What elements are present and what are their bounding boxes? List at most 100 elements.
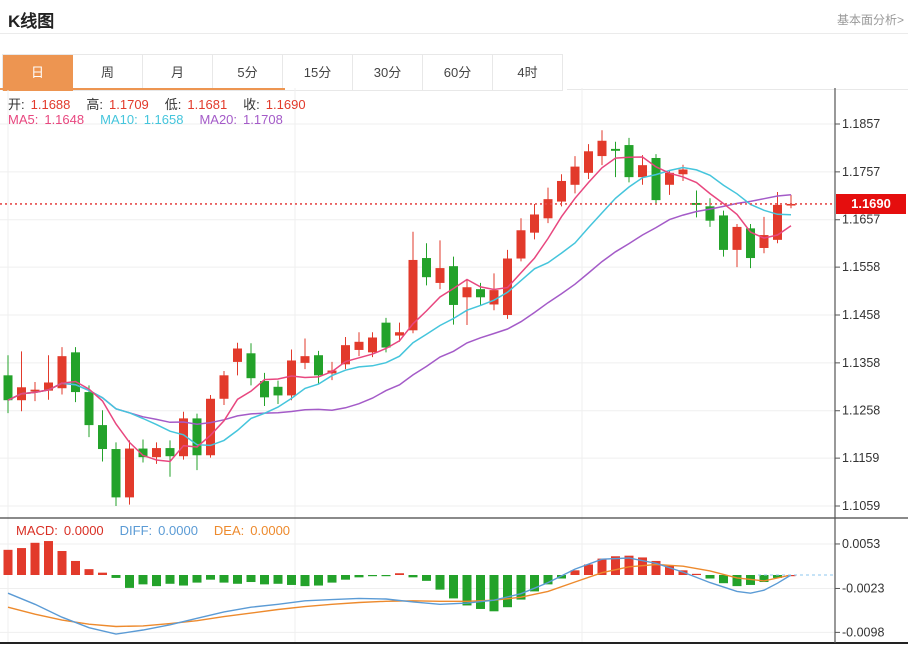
macd-bar [476,575,485,609]
tab-日[interactable]: 日 [3,55,73,91]
macd-bar [449,575,458,598]
candle-body [490,290,499,304]
macd-bar [706,575,715,579]
legend-value: 1.1708 [243,112,283,127]
kline-svg: 1.18571.17571.16571.15581.14581.13581.12… [0,88,908,651]
macd-bar [112,575,121,578]
candle-body [584,151,593,173]
macd-bar [719,575,728,583]
candle-body [355,342,364,350]
tab-4时[interactable]: 4时 [493,55,563,91]
macd-bar [193,575,202,583]
candle-body [422,258,431,277]
candle-body [206,399,215,455]
macd-bar [166,575,175,584]
candle-body [4,375,13,400]
candle-body [517,230,526,258]
candle-body [557,181,566,202]
macd-bar [139,575,148,584]
y-axis-label: 1.1857 [842,117,880,131]
macd-bar [44,541,53,575]
candle-body [287,360,296,395]
page-title: K线图 [8,7,54,32]
macd-bar [382,575,391,576]
y-axis-label: 1.1757 [842,165,880,179]
tab-30分[interactable]: 30分 [353,55,423,91]
macd-bar [395,573,404,575]
candle-body [166,448,175,456]
chart-area[interactable]: 1.18571.17571.16571.15581.14581.13581.12… [0,88,908,651]
y-axis-label: 1.1558 [842,260,880,274]
tab-5分[interactable]: 5分 [213,55,283,91]
macd-bar [125,575,134,588]
y-axis-label: 1.1258 [842,404,880,418]
candle-body [368,337,377,352]
candle-body [152,448,161,457]
legend-label: 收: [243,97,260,112]
ohlc-legend: 开:1.1688高:1.1709低:1.1681收:1.1690 [8,94,322,113]
macd-bar [58,551,67,575]
y-axis-label: 1.1059 [842,499,880,513]
tab-15分[interactable]: 15分 [283,55,353,91]
legend-value: 0.0000 [64,523,104,538]
macd-axis-label: -0.0098 [842,625,884,639]
tab-60分[interactable]: 60分 [423,55,493,91]
candle-body [544,199,553,218]
macd-bar [85,569,94,575]
legend-label: DEA: [214,523,244,538]
macd-bar [206,575,215,580]
macd-bar [436,575,445,590]
macd-bar [179,575,188,586]
legend-value: 1.1658 [144,112,184,127]
macd-bar [220,575,229,583]
active-tab-accent [0,88,285,90]
candle-body [598,141,607,156]
ma-legend: MA5:1.1648MA10:1.1658MA20:1.1708 [8,112,299,127]
macd-bar [247,575,256,582]
ma10-line [8,168,791,446]
candle-body [112,449,121,497]
macd-bar [409,575,418,577]
macd-bar [341,575,350,580]
macd-bar [301,575,310,586]
macd-bar [490,575,499,611]
fundamental-analysis-link[interactable]: 基本面分析> [837,11,904,28]
candle-body [625,145,634,177]
interval-tab-bar: 日周月5分15分30分60分4时 [2,54,563,91]
diff-line [8,558,791,634]
macd-axis-label: -0.0023 [842,581,884,595]
macd-axis-label: 0.0053 [842,537,880,551]
candle-body [530,214,539,232]
current-price-tag: 1.1690 [836,194,906,214]
macd-bar [314,575,323,586]
legend-label: 开: [8,97,25,112]
legend-value: 0.0000 [250,523,290,538]
widget-header: K线图 基本面分析> [0,0,908,34]
y-axis-label: 1.1657 [842,213,880,227]
macd-bar [692,574,701,575]
candle-body [463,287,472,297]
ma5-line [8,157,791,462]
macd-bar [31,543,40,575]
macd-bar [233,575,242,584]
candle-body [436,268,445,283]
tab-周[interactable]: 周 [73,55,143,91]
candle-body [476,289,485,297]
tab-月[interactable]: 月 [143,55,213,91]
kline-chart-widget: K线图 基本面分析> 日周月5分15分30分60分4时 1.1857 1.1757… [0,0,908,651]
tab-bar-filler [567,54,908,90]
legend-label: DIFF: [120,523,153,538]
candle-body [679,169,688,174]
legend-value: 0.0000 [158,523,198,538]
legend-value: 1.1681 [187,97,227,112]
candle-body [260,381,269,397]
macd-bar [422,575,431,581]
legend-label: MA5: [8,112,38,127]
macd-bar [98,573,107,575]
macd-bar [71,561,80,575]
macd-bar [328,575,337,583]
macd-bar [503,575,512,607]
legend-value: 1.1690 [266,97,306,112]
candle-body [233,349,242,362]
legend-label: 低: [165,97,182,112]
